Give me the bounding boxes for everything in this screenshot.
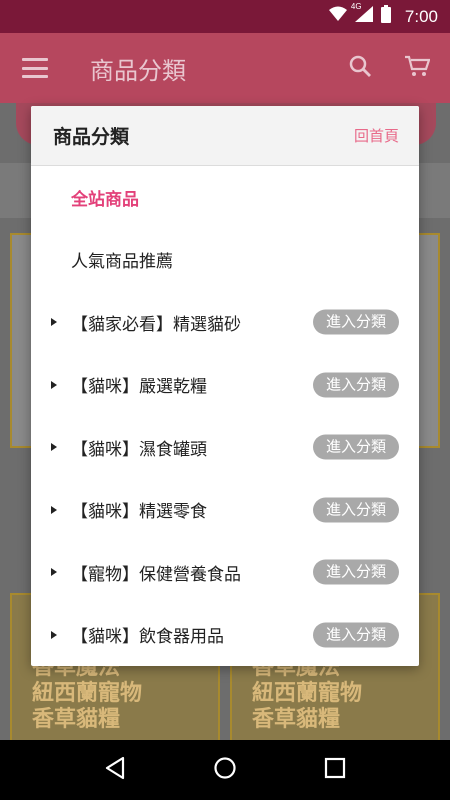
promo-text: 紐西蘭寵物 xyxy=(252,681,363,706)
enter-category-button[interactable]: 進入分類 xyxy=(312,497,399,523)
back-icon[interactable] xyxy=(104,756,126,784)
battery-icon xyxy=(380,5,391,28)
wifi-icon xyxy=(328,6,347,27)
category-item-wet-food[interactable]: 【貓咪】濕食罐頭 進入分類 xyxy=(31,416,419,479)
menu-icon[interactable] xyxy=(22,58,48,78)
category-label: 【貓咪】精選零食 xyxy=(71,502,207,523)
category-item-cat-litter[interactable]: 【貓家必看】精選貓砂 進入分類 xyxy=(31,291,419,354)
home-link[interactable]: 回首頁 xyxy=(354,125,399,146)
enter-category-button[interactable]: 進入分類 xyxy=(312,434,399,460)
recents-icon[interactable] xyxy=(324,757,346,783)
navigation-bar xyxy=(0,740,450,800)
category-dialog: 商品分類 回首頁 全站商品 人氣商品推薦 【貓家必看】精選貓砂 進入分類 【貓咪… xyxy=(31,106,419,666)
promo-text: 香草貓糧 xyxy=(252,707,341,732)
promo-text: 香草貓糧 xyxy=(32,707,121,732)
category-label: 【寵物】保健營養食品 xyxy=(71,564,241,585)
enter-category-button[interactable]: 進入分類 xyxy=(312,372,399,398)
expand-arrow-icon[interactable] xyxy=(51,568,57,577)
category-label: 【貓咪】飲食器用品 xyxy=(71,627,224,648)
status-bar: 4G 7:00 xyxy=(0,0,450,33)
cart-icon[interactable] xyxy=(404,54,431,82)
signal-icon: 4G xyxy=(351,2,373,27)
category-item-all[interactable]: 全站商品 xyxy=(31,166,419,229)
search-icon[interactable] xyxy=(348,54,372,82)
category-label: 【貓家必看】精選貓砂 xyxy=(71,314,241,335)
enter-category-button[interactable]: 進入分類 xyxy=(312,622,399,648)
dialog-header: 商品分類 回首頁 xyxy=(31,106,419,166)
app-title: 商品分類 xyxy=(90,56,186,85)
expand-arrow-icon[interactable] xyxy=(51,380,57,389)
category-label: 全站商品 xyxy=(71,189,139,210)
category-item-dry-food[interactable]: 【貓咪】嚴選乾糧 進入分類 xyxy=(31,354,419,417)
network-type: 4G xyxy=(350,2,362,11)
expand-arrow-icon[interactable] xyxy=(51,630,57,639)
expand-arrow-icon[interactable] xyxy=(51,505,57,514)
enter-category-button[interactable]: 進入分類 xyxy=(312,309,399,335)
status-time: 7:00 xyxy=(404,6,438,26)
app-bar: 商品分類 xyxy=(0,33,450,103)
home-icon[interactable] xyxy=(213,756,237,784)
category-item-snacks[interactable]: 【貓咪】精選零食 進入分類 xyxy=(31,479,419,542)
expand-arrow-icon[interactable] xyxy=(51,443,57,452)
category-label: 人氣商品推薦 xyxy=(71,252,173,273)
enter-category-button[interactable]: 進入分類 xyxy=(312,559,399,585)
expand-arrow-icon[interactable] xyxy=(51,318,57,327)
category-label: 【貓咪】濕食罐頭 xyxy=(71,439,207,460)
category-item-feeders[interactable]: 【貓咪】飲食器用品 進入分類 xyxy=(31,604,419,667)
category-item-supplements[interactable]: 【寵物】保健營養食品 進入分類 xyxy=(31,541,419,604)
category-label: 【貓咪】嚴選乾糧 xyxy=(71,377,207,398)
category-list: 全站商品 人氣商品推薦 【貓家必看】精選貓砂 進入分類 【貓咪】嚴選乾糧 進入分… xyxy=(31,166,419,666)
promo-text: 紐西蘭寵物 xyxy=(32,681,143,706)
category-item-popular[interactable]: 人氣商品推薦 xyxy=(31,229,419,292)
dialog-title: 商品分類 xyxy=(53,126,130,148)
